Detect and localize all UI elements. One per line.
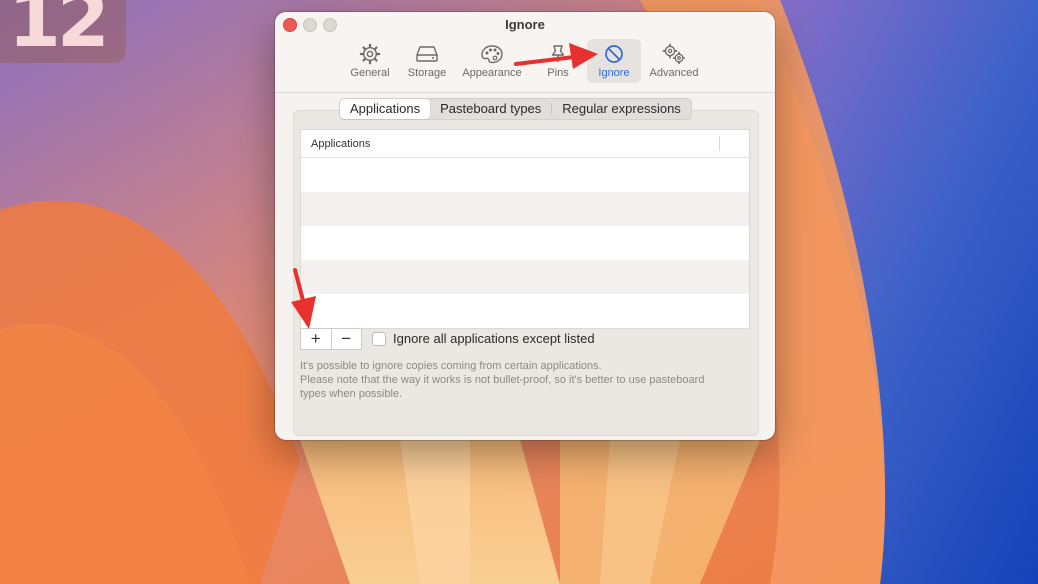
overlay-number-badge: 12 xyxy=(0,0,126,63)
table-row[interactable] xyxy=(301,158,749,192)
help-text-line: It's possible to ignore copies coming fr… xyxy=(300,360,602,372)
toolbar-item-ignore[interactable]: Ignore xyxy=(587,39,641,83)
table-row[interactable] xyxy=(301,260,749,294)
checkbox-label: Ignore all applications except listed xyxy=(393,331,595,346)
add-remove-buttons: + − xyxy=(300,328,362,350)
add-button[interactable]: + xyxy=(301,329,331,349)
remove-button[interactable]: − xyxy=(332,329,362,349)
toolbar-item-pins[interactable]: Pins xyxy=(537,39,579,83)
help-text-line: Please note that the way it works is not… xyxy=(300,374,705,386)
tab-regular-expressions[interactable]: Regular expressions xyxy=(552,99,691,119)
segmented-tabs: Applications Pasteboard types Regular ex… xyxy=(339,98,692,120)
ignore-all-except-listed[interactable]: Ignore all applications except listed xyxy=(372,331,595,346)
toolbar-item-label: Ignore xyxy=(598,67,630,79)
help-text-line: types when possible. xyxy=(300,388,403,400)
palette-icon xyxy=(481,45,503,64)
prohibited-icon xyxy=(605,45,623,63)
drive-icon xyxy=(416,46,438,62)
toolbar-item-label: Advanced xyxy=(649,67,699,79)
table-row[interactable] xyxy=(301,226,749,260)
toolbar-item-general[interactable]: General xyxy=(345,39,395,83)
applications-table[interactable]: Applications xyxy=(300,129,750,329)
toolbar-item-advanced[interactable]: Advanced xyxy=(647,39,701,83)
preferences-window: Ignore General Storage Appearance Pins I… xyxy=(275,12,775,440)
gear-icon xyxy=(359,43,381,65)
overlay-number: 12 xyxy=(8,0,110,63)
toolbar-item-label: General xyxy=(350,67,390,79)
window-title: Ignore xyxy=(505,17,545,32)
pin-icon xyxy=(551,45,565,62)
ignore-all-except-listed-checkbox[interactable] xyxy=(372,331,386,346)
toolbar-item-appearance[interactable]: Appearance xyxy=(459,39,525,83)
table-row[interactable] xyxy=(301,294,749,328)
toolbar-item-label: Storage xyxy=(407,67,447,79)
toolbar-item-label: Appearance xyxy=(462,67,522,79)
tab-applications[interactable]: Applications xyxy=(340,99,431,119)
table-row[interactable] xyxy=(301,192,749,226)
column-header-applications[interactable]: Applications xyxy=(311,138,370,150)
gears-icon xyxy=(662,43,686,65)
column-divider xyxy=(719,136,720,151)
toolbar-item-label: Pins xyxy=(547,67,569,79)
table-header[interactable]: Applications xyxy=(301,130,749,158)
toolbar-item-storage[interactable]: Storage xyxy=(402,39,452,83)
tab-pasteboard-types[interactable]: Pasteboard types xyxy=(430,99,551,119)
title-bar: Ignore General Storage Appearance Pins I… xyxy=(275,12,775,93)
help-text: It's possible to ignore copies coming fr… xyxy=(300,359,750,401)
